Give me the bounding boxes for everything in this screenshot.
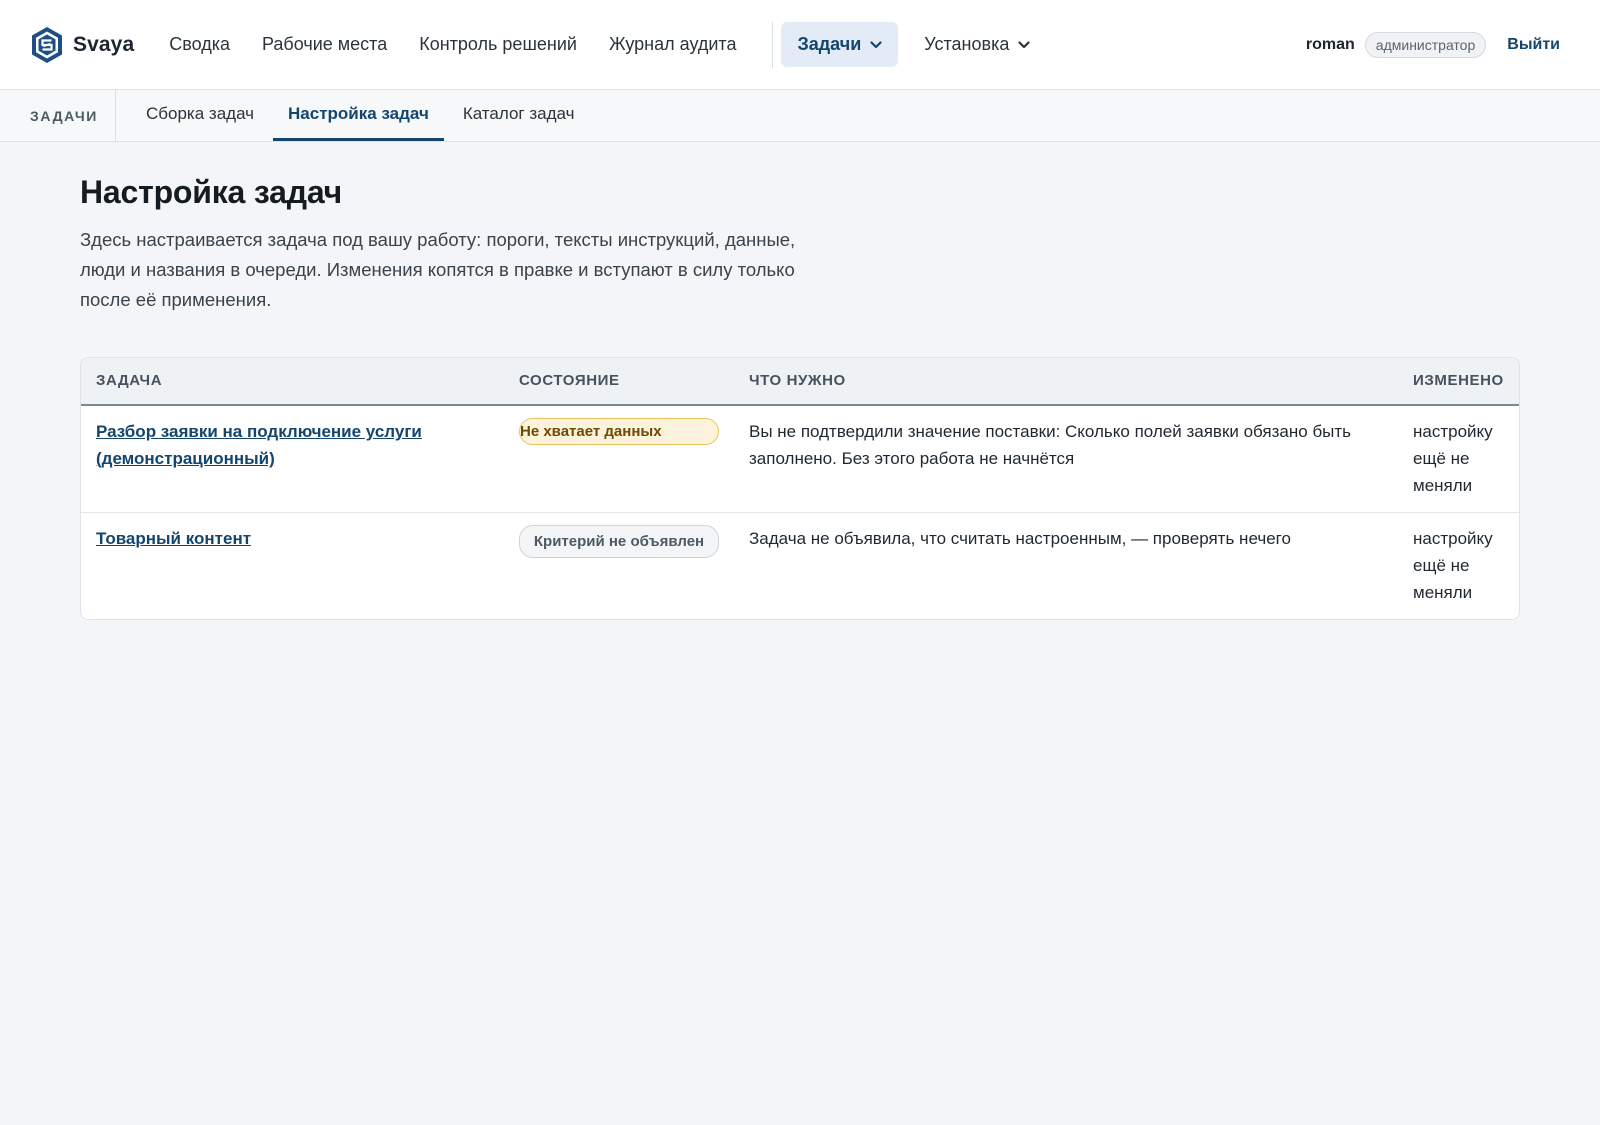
- table-header-row: ЗАДАЧА СОСТОЯНИЕ ЧТО НУЖНО ИЗМЕНЕНО: [81, 358, 1519, 406]
- svaya-logo-icon: [32, 26, 62, 63]
- task-cell: Товарный контент: [81, 513, 504, 620]
- column-header-task: ЗАДАЧА: [81, 358, 504, 406]
- page-description: Здесь настраивается задача под вашу рабо…: [80, 229, 796, 310]
- column-header-state: СОСТОЯНИЕ: [504, 358, 734, 406]
- status-badge: Не хватает данных: [519, 418, 719, 445]
- need-cell: Задача не объявила, что считать настроен…: [749, 529, 1291, 548]
- need-cell: Вы не подтвердили значение поставки: Ско…: [734, 405, 1398, 513]
- tab-task-catalog[interactable]: Каталог задач: [448, 90, 590, 141]
- status-badge: Критерий не объявлен: [519, 525, 719, 558]
- nav-item-tasks-label: Задачи: [797, 34, 862, 54]
- chevron-down-icon: [870, 40, 882, 48]
- nav-item-workplaces[interactable]: Рабочие места: [246, 24, 403, 65]
- state-cell: Критерий не объявлен: [504, 513, 734, 620]
- role-badge: администратор: [1364, 31, 1487, 58]
- column-header-changed: ИЗМЕНЕНО: [1398, 358, 1519, 406]
- task-link[interactable]: Разбор заявки на подключение услуги (дем…: [96, 422, 422, 468]
- tab-task-settings[interactable]: Настройка задач: [273, 90, 444, 141]
- task-link[interactable]: Товарный контент: [96, 529, 251, 548]
- nav-item-decision-control[interactable]: Контроль решений: [403, 24, 593, 65]
- nav-item-install[interactable]: Установка: [908, 24, 1046, 65]
- main-nav: Сводка Рабочие места Контроль решений Жу…: [153, 21, 1046, 68]
- nav-divider: [772, 21, 774, 68]
- changed-cell: настройку ещё не меняли: [1413, 529, 1493, 602]
- user-box: roman администратор Выйти: [1305, 31, 1570, 58]
- changed-cell: настройку ещё не меняли: [1398, 405, 1519, 513]
- subnav-section-label: ЗАДАЧИ: [0, 90, 116, 141]
- brand[interactable]: Svaya: [30, 26, 134, 64]
- tasks-subnav: ЗАДАЧИ Сборка задач Настройка задач Ката…: [0, 90, 1600, 142]
- nav-item-summary[interactable]: Сводка: [153, 24, 246, 65]
- column-header-need: ЧТО НУЖНО: [734, 358, 1398, 406]
- task-cell: Разбор заявки на подключение услуги (дем…: [81, 405, 504, 513]
- username: roman: [1305, 35, 1355, 53]
- tasks-table: ЗАДАЧА СОСТОЯНИЕ ЧТО НУЖНО ИЗМЕНЕНО Разб…: [81, 358, 1519, 619]
- logout-link[interactable]: Выйти: [1507, 36, 1560, 54]
- tab-task-assembly[interactable]: Сборка задач: [131, 90, 269, 141]
- page-title: Настройка задач: [80, 174, 343, 210]
- top-navigation-bar: Svaya Сводка Рабочие места Контроль реше…: [0, 0, 1600, 90]
- table-row: Разбор заявки на подключение услуги (дем…: [81, 405, 1519, 513]
- brand-name: Svaya: [73, 32, 135, 56]
- nav-item-audit-log[interactable]: Журнал аудита: [593, 24, 753, 65]
- state-cell: Не хватает данных: [504, 405, 734, 513]
- table-row: Товарный контент Критерий не объявлен За…: [81, 513, 1519, 620]
- nav-item-install-label: Установка: [924, 34, 1010, 54]
- subnav-tabs: Сборка задач Настройка задач Каталог зад…: [131, 90, 593, 141]
- nav-item-tasks[interactable]: Задачи: [781, 22, 899, 67]
- chevron-down-icon: [1018, 40, 1030, 48]
- tasks-table-card: ЗАДАЧА СОСТОЯНИЕ ЧТО НУЖНО ИЗМЕНЕНО Разб…: [80, 357, 1520, 620]
- main-content: Настройка задач Здесь настраивается зада…: [0, 142, 1600, 620]
